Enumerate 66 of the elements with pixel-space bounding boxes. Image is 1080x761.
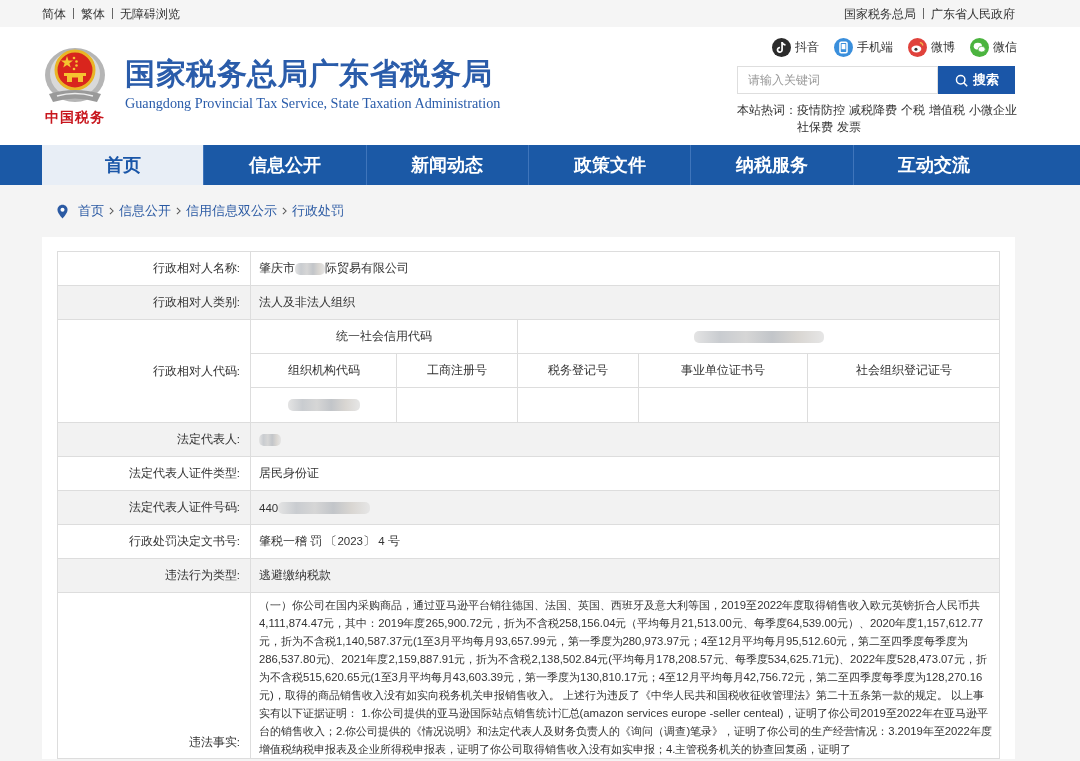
fact-paragraph: （一）你公司在国内采购商品，通过亚马逊平台销往德国、法国、英国、西班牙及意大利等国，2019至2022年度取得销售收入欧元英镑折合人民币共4,111,874.47元，其中：2019年度265,900.72元，折为不含税258,156.04元（平均每月21,513.00元、每季度64,539.00元）、2020年度1,157,612.77元，折为不含税1,140,587.37元(1至3月平均每月93,657.99元，第一季度为280,973.97元；4至12月平均每月95,512.60元，第二至四季度每季度为286,537.80元)、2021年度2,159,887.91元，折为不含税2,138,502.84元(平均每月178,208.57元、每季度534,625.71元)、2022年度528,473.07元，折为不含税515,620.65元(1至3月平均每月43,603.39元，第一季度为130,810.17元；4至12月平均每月42,756.72元，第二至四季度每季度为128,270.16元)，取得的商品销售收入没有如实向税务机关申报销售收入。 上述行为违反了《中华人民共和国税收征收管理法》第二十五条第一款的规定。 以上事实有以下证据证明： 1.你公司提供的亚马逊国际站点销售统计汇总(amazon services europe -seller centeal)，证明了你公司2019至2022年在亚马逊平台的销售收入；2.你公司提供的《情况说明》和法定代表人及财务负责人的《询问（调查)笔录》，证明了你公司的生产经营情况：3.2019年至2022年度增值税纳税申报表及企业所得税申报表，证明了你公司取得销售收入没有如实申报；4.主管税务机关的协查回复函，证明了 (259, 598, 993, 757)
nav-tab[interactable]: 首页 (42, 145, 204, 185)
field-label: 违法行为类型: (58, 559, 251, 592)
breadcrumb-link[interactable]: 信用信息双公示 (186, 202, 277, 220)
field-value: 际贸易有限公司 (325, 261, 409, 276)
field-value: 肇庆市 (259, 261, 295, 276)
column-header: 工商注册号 (397, 354, 518, 388)
nav-tab[interactable]: 信息公开 (203, 145, 366, 185)
chevron-icon (176, 207, 181, 215)
field-label: 法定代表人证件类型: (58, 457, 251, 490)
field-label: 行政相对人名称: (58, 252, 251, 285)
logo-tagline: 中国税务 (45, 109, 105, 127)
top-bar-link[interactable]: 繁体 (81, 5, 105, 22)
nav-tab[interactable]: 政策文件 (528, 145, 691, 185)
social-link[interactable]: 微信 (970, 37, 1017, 57)
chevron-icon (109, 207, 114, 215)
breadcrumb-link[interactable]: 信息公开 (119, 202, 171, 220)
hot-word-link[interactable]: 发票 (837, 119, 861, 136)
nav-tab[interactable]: 互动交流 (852, 145, 1015, 185)
field-label: 行政相对人类别: (58, 286, 251, 319)
breadcrumb-link[interactable]: 首页 (78, 202, 104, 220)
social-link[interactable]: 抖音 (772, 37, 819, 57)
hot-word-link[interactable]: 小微企业 (969, 102, 1017, 119)
field-value: 法人及非法人组织 (259, 295, 355, 310)
location-pin-icon (57, 203, 68, 219)
breadcrumb-link[interactable]: 行政处罚 (292, 202, 344, 220)
chevron-icon (282, 207, 287, 215)
hot-words-label: 本站热词： (737, 103, 797, 118)
hot-word-link[interactable]: 增值税 (929, 102, 965, 119)
field-label: 法定代表人证件号码: (58, 491, 251, 524)
top-bar-link[interactable]: 广东省人民政府 (931, 5, 1015, 22)
column-header: 社会组织登记证号 (808, 354, 999, 388)
top-bar-link[interactable]: 简体 (42, 5, 66, 22)
field-label: 法定代表人: (58, 423, 251, 456)
chat-bubbles-icon (970, 37, 989, 57)
code-label: 统一社会信用代码 (251, 320, 518, 354)
site-subtitle: Guangdong Provincial Tax Service, State Taxation Administration (125, 95, 501, 112)
field-label: 行政相对人代码: (58, 320, 251, 422)
nav-tab[interactable]: 纳税服务 (690, 145, 853, 185)
field-label: 行政处罚决定文书号: (58, 525, 251, 558)
field-label: 违法事实: (58, 593, 251, 758)
column-header: 税务登记号 (518, 354, 639, 388)
top-bar-link[interactable]: 无障碍浏览 (120, 5, 180, 22)
site-title: 国家税务总局广东省税务局 (125, 56, 494, 92)
nav-tab[interactable]: 新闻动态 (365, 145, 528, 185)
blurred-redaction (259, 433, 281, 446)
field-value: 逃避缴纳税款 (259, 568, 331, 583)
eye-icon (908, 37, 927, 57)
search-field[interactable]: 请输入关键词 (737, 66, 938, 94)
social-link[interactable]: 手机端 (834, 37, 893, 57)
search-icon (954, 73, 968, 87)
social-link[interactable]: 微博 (908, 37, 955, 57)
blurred-redaction (295, 262, 325, 275)
top-bar-link[interactable]: 国家税务总局 (844, 5, 916, 22)
note-icon (772, 37, 791, 57)
column-header: 组织机构代码 (251, 354, 397, 388)
field-value: 居民身份证 (259, 466, 319, 481)
hot-word-link[interactable]: 减税降费 (849, 102, 897, 119)
column-header: 事业单位证书号 (639, 354, 808, 388)
field-value: 肇税一稽 罚 〔2023〕 4 号 (259, 534, 400, 549)
phone-icon (834, 37, 853, 57)
hot-word-link[interactable]: 疫情防控 (797, 102, 845, 119)
field-value: 440 (259, 501, 279, 514)
search-button[interactable]: 搜索 (938, 66, 1015, 94)
hot-word-link[interactable]: 社保费 (797, 119, 833, 136)
hot-word-link[interactable]: 个税 (901, 102, 925, 119)
